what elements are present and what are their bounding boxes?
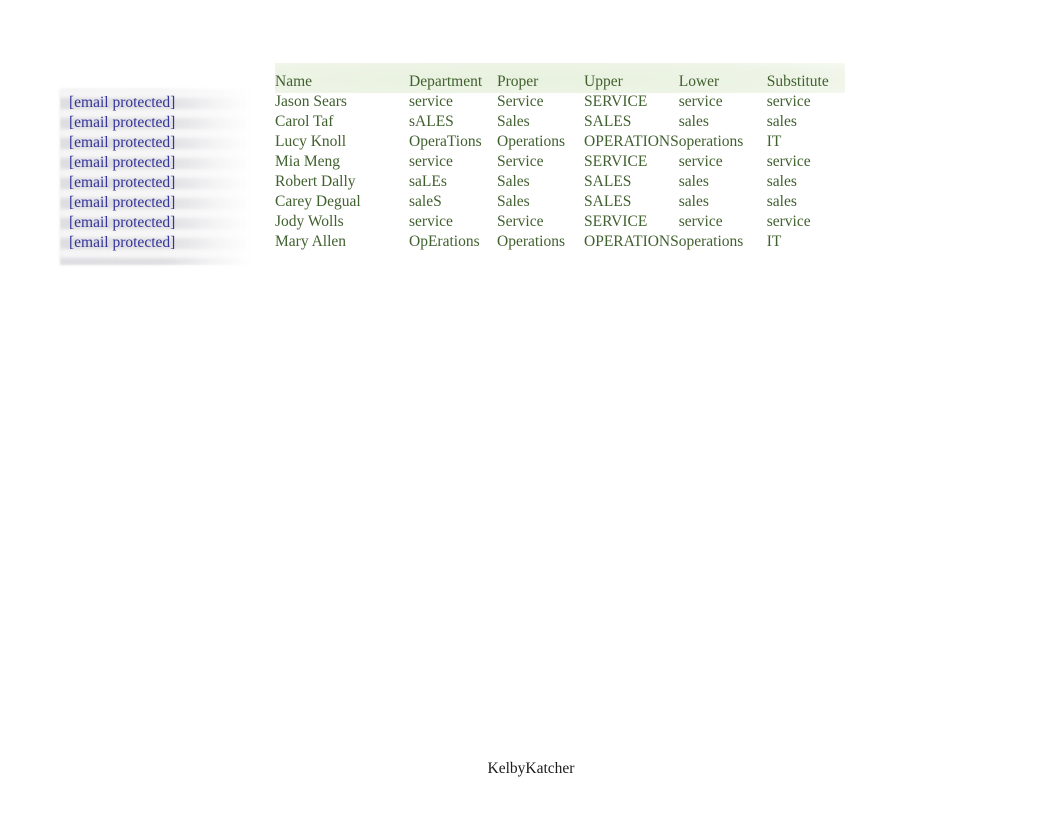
- list-item: [email protected]: [69, 113, 175, 133]
- cell-upper: SERVICE: [584, 153, 648, 170]
- table-body: Jason Sears service Service SERVICE serv…: [275, 92, 857, 252]
- email-link[interactable]: [email protected]: [69, 174, 175, 191]
- email-link[interactable]: [email protected]: [69, 94, 175, 111]
- cell-department: OpErations: [409, 233, 480, 250]
- cell-substitute: sales: [766, 113, 797, 130]
- email-list: [email protected] [email protected] [ema…: [69, 93, 175, 253]
- column-header-name[interactable]: Name: [275, 72, 409, 92]
- table-row: Jody Wolls service Service SERVICE servi…: [275, 212, 857, 232]
- email-link[interactable]: [email protected]: [69, 194, 175, 211]
- list-item: [email protected]: [69, 173, 175, 193]
- cell-lower: sales: [678, 173, 709, 190]
- cell-department: saLEs: [409, 173, 447, 190]
- cell-proper: Service: [497, 93, 544, 110]
- contact-email-column: [email protected] [email protected] [ema…: [60, 89, 252, 265]
- list-item: [email protected]: [69, 193, 175, 213]
- cell-department: service: [409, 213, 453, 230]
- email-link[interactable]: [email protected]: [69, 154, 175, 171]
- cell-proper: Service: [497, 213, 544, 230]
- email-link[interactable]: [email protected]: [69, 214, 175, 231]
- table-row: Mia Meng service Service SERVICE service…: [275, 152, 857, 172]
- cell-upper: SERVICE: [584, 93, 648, 110]
- cell-name: Mia Meng: [275, 153, 341, 170]
- table-row: Carey Degual saleS Sales SALES sales sal…: [275, 192, 857, 212]
- employee-department-table: Name Department Proper Upper Lower Subst…: [275, 72, 857, 252]
- email-link[interactable]: [email protected]: [69, 234, 175, 251]
- cell-name: Robert Dally: [275, 173, 356, 190]
- cell-substitute: IT: [766, 133, 782, 150]
- cell-upper: SALES: [584, 173, 632, 190]
- cell-substitute: service: [766, 213, 811, 230]
- cell-lower: service: [678, 213, 723, 230]
- list-item: [email protected]: [69, 93, 175, 113]
- cell-proper: Sales: [497, 193, 530, 210]
- cell-upper: OPERATIONS: [584, 133, 679, 150]
- list-item: [email protected]: [69, 233, 175, 253]
- table-row: Carol Taf sALES Sales SALES sales sales: [275, 112, 857, 132]
- list-item: [email protected]: [69, 213, 175, 233]
- cell-substitute: sales: [766, 193, 797, 210]
- column-header-substitute[interactable]: Substitute: [767, 72, 857, 92]
- page-footer: KelbyKatcher: [487, 760, 575, 777]
- column-header-lower[interactable]: Lower: [679, 72, 767, 92]
- cell-name: Carey Degual: [275, 193, 361, 210]
- table-row: Mary Allen OpErations Operations OPERATI…: [275, 232, 857, 252]
- cell-department: service: [409, 153, 453, 170]
- list-item: [email protected]: [69, 133, 175, 153]
- cell-substitute: sales: [766, 173, 797, 190]
- cell-upper: SALES: [584, 113, 632, 130]
- cell-proper: Operations: [497, 233, 566, 250]
- cell-name: Jody Wolls: [275, 213, 344, 230]
- cell-department: OperaTions: [409, 133, 482, 150]
- table-row: Jason Sears service Service SERVICE serv…: [275, 92, 857, 112]
- column-header-proper[interactable]: Proper: [497, 72, 584, 92]
- cell-department: saleS: [409, 193, 442, 210]
- cell-proper: Sales: [497, 173, 530, 190]
- column-header-department[interactable]: Department: [409, 72, 497, 92]
- cell-lower: sales: [678, 193, 709, 210]
- cell-proper: Sales: [497, 113, 530, 130]
- cell-lower: operations: [678, 133, 744, 150]
- table-row: Robert Dally saLEs Sales SALES sales sal…: [275, 172, 857, 192]
- table-row: Lucy Knoll OperaTions Operations OPERATI…: [275, 132, 857, 152]
- table-header: Name Department Proper Upper Lower Subst…: [275, 72, 857, 92]
- cell-department: service: [409, 93, 453, 110]
- email-link[interactable]: [email protected]: [69, 134, 175, 151]
- cell-upper: OPERATIONS: [584, 233, 679, 250]
- cell-upper: SERVICE: [584, 213, 648, 230]
- cell-proper: Operations: [497, 133, 566, 150]
- cell-lower: service: [678, 153, 723, 170]
- cell-lower: sales: [678, 113, 709, 130]
- cell-upper: SALES: [584, 193, 632, 210]
- cell-proper: Service: [497, 153, 544, 170]
- cell-name: Mary Allen: [275, 233, 347, 250]
- email-link[interactable]: [email protected]: [69, 114, 175, 131]
- cell-lower: service: [678, 93, 723, 110]
- cell-department: sALES: [409, 113, 454, 130]
- cell-substitute: IT: [766, 233, 782, 250]
- cell-lower: operations: [678, 233, 744, 250]
- cell-substitute: service: [766, 153, 811, 170]
- cell-name: Lucy Knoll: [275, 133, 347, 150]
- cell-name: Jason Sears: [275, 93, 347, 110]
- cell-name: Carol Taf: [275, 113, 334, 130]
- list-item: [email protected]: [69, 153, 175, 173]
- cell-substitute: service: [766, 93, 811, 110]
- column-header-upper[interactable]: Upper: [584, 72, 679, 92]
- table-header-row: Name Department Proper Upper Lower Subst…: [275, 72, 857, 92]
